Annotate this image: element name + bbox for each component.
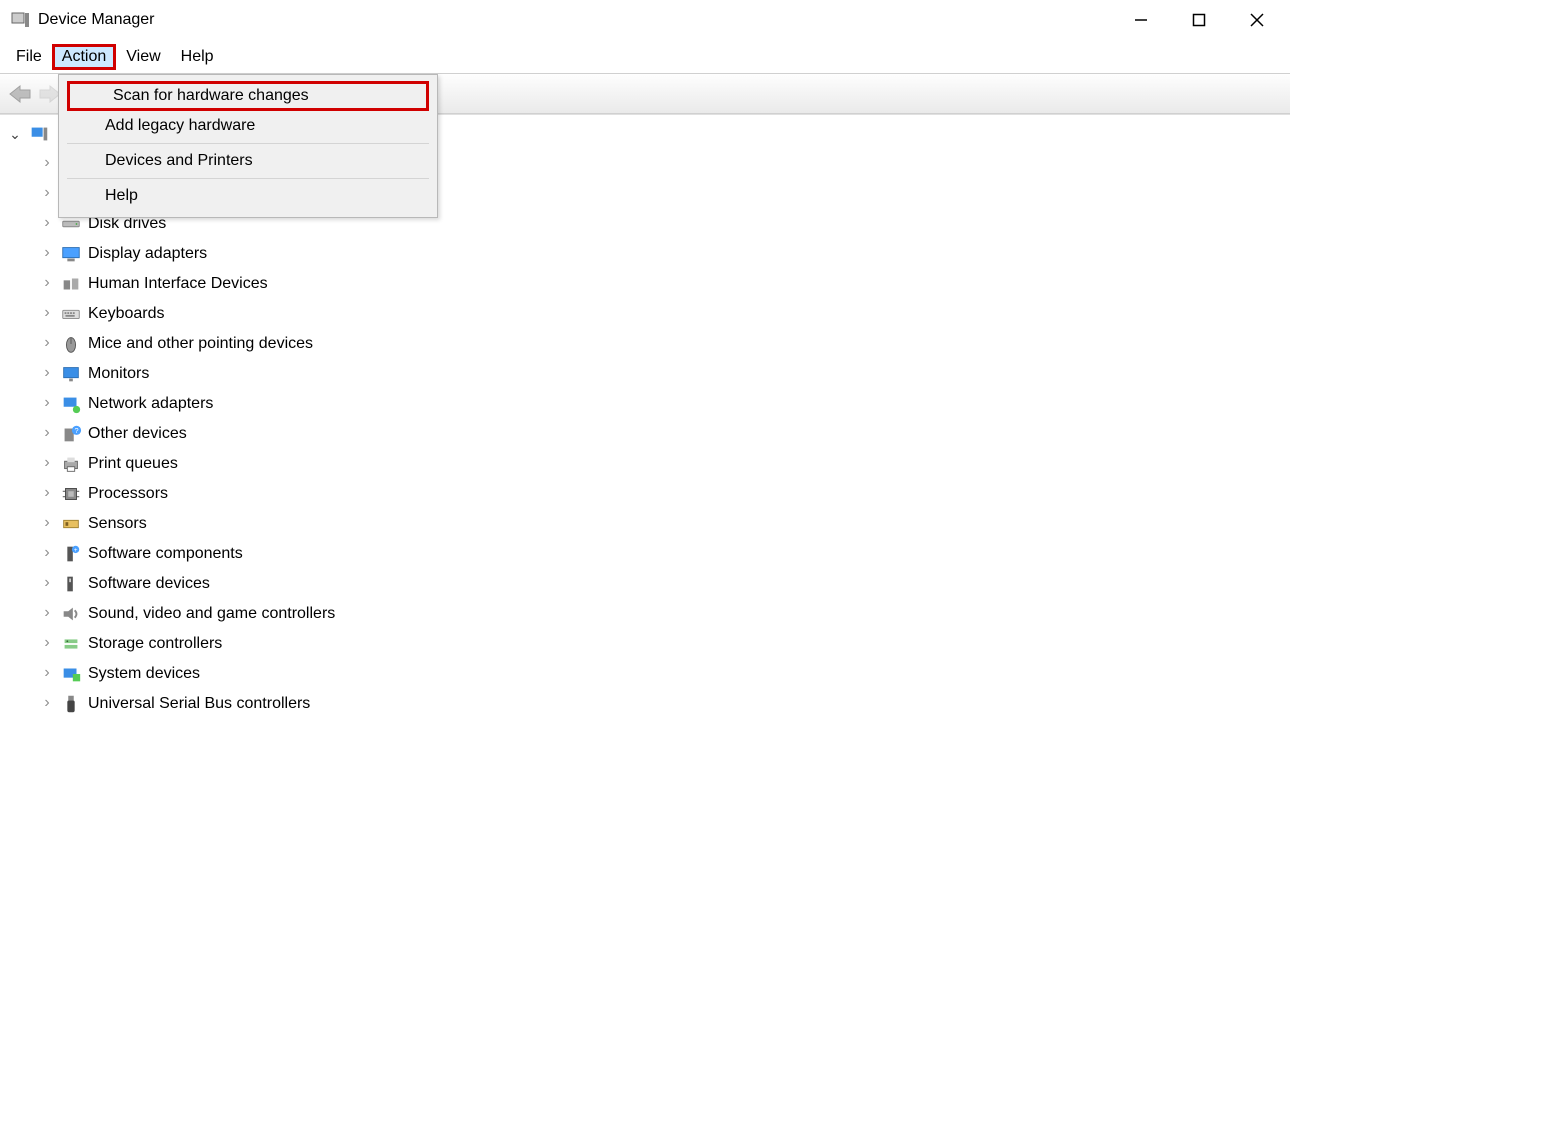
tree-node[interactable]: Storage controllers	[40, 629, 1282, 659]
tree-node[interactable]: Sensors	[40, 509, 1282, 539]
tree-node-label: Keyboards	[88, 305, 165, 323]
close-button[interactable]	[1228, 0, 1286, 40]
computer-root-icon	[28, 123, 50, 145]
chevron-right-icon[interactable]	[40, 665, 54, 683]
tree-node-label: Storage controllers	[88, 635, 222, 653]
tree-node[interactable]: Sound, video and game controllers	[40, 599, 1282, 629]
menu-help[interactable]: Help	[171, 44, 224, 70]
cpu-icon	[60, 483, 82, 505]
tree-node-label: Network adapters	[88, 395, 213, 413]
tree-node-label: Mice and other pointing devices	[88, 335, 313, 353]
menu-devices-printers[interactable]: Devices and Printers	[59, 146, 437, 176]
sound-icon	[60, 603, 82, 625]
tree-node-label: Other devices	[88, 425, 187, 443]
tree-node-label: Processors	[88, 485, 168, 503]
chevron-right-icon[interactable]	[40, 335, 54, 353]
menu-view[interactable]: View	[116, 44, 170, 70]
system-icon	[60, 663, 82, 685]
tree-node-label: System devices	[88, 665, 200, 683]
monitor-icon	[60, 363, 82, 385]
mouse-icon	[60, 333, 82, 355]
chevron-right-icon[interactable]	[40, 365, 54, 383]
tree-node-label: Universal Serial Bus controllers	[88, 695, 310, 713]
tree-node-label: Sensors	[88, 515, 147, 533]
back-icon[interactable]	[6, 80, 34, 108]
tree-node-label: Human Interface Devices	[88, 275, 268, 293]
chevron-right-icon[interactable]	[40, 485, 54, 503]
menu-scan-hardware[interactable]: Scan for hardware changes	[67, 81, 429, 111]
chevron-down-icon[interactable]	[8, 126, 22, 143]
tree-node-label: Print queues	[88, 455, 178, 473]
menu-help-item[interactable]: Help	[59, 181, 437, 211]
tree-node[interactable]: Display adapters	[40, 239, 1282, 269]
display-icon	[60, 243, 82, 265]
device-manager-window: Device Manager File Action View Help Sca…	[0, 0, 1290, 960]
chevron-right-icon[interactable]	[40, 425, 54, 443]
minimize-button[interactable]	[1112, 0, 1170, 40]
tree-node[interactable]: Keyboards	[40, 299, 1282, 329]
tree-node-label: Software components	[88, 545, 243, 563]
tree-node[interactable]: ? Other devices	[40, 419, 1282, 449]
chevron-right-icon[interactable]	[40, 215, 54, 233]
window-controls	[1112, 0, 1286, 40]
chevron-right-icon[interactable]	[40, 545, 54, 563]
tree-node[interactable]: System devices	[40, 659, 1282, 689]
chevron-right-icon[interactable]	[40, 305, 54, 323]
usb-icon	[60, 693, 82, 715]
tree-node[interactable]: + Software components	[40, 539, 1282, 569]
chevron-right-icon[interactable]	[40, 605, 54, 623]
menu-bar: File Action View Help Scan for hardware …	[0, 40, 1290, 74]
tree-node[interactable]: Software devices	[40, 569, 1282, 599]
menu-file[interactable]: File	[6, 44, 52, 70]
tree-node-label: Display adapters	[88, 245, 207, 263]
chevron-right-icon[interactable]	[40, 395, 54, 413]
chevron-right-icon[interactable]	[40, 245, 54, 263]
menu-separator	[67, 178, 429, 179]
tree-node-label: Sound, video and game controllers	[88, 605, 335, 623]
hid-icon	[60, 273, 82, 295]
chevron-right-icon[interactable]	[40, 155, 54, 173]
chevron-right-icon[interactable]	[40, 455, 54, 473]
title-bar: Device Manager	[0, 0, 1290, 40]
software-dev-icon	[60, 573, 82, 595]
other-icon: ?	[60, 423, 82, 445]
keyboard-icon	[60, 303, 82, 325]
menu-action[interactable]: Action	[52, 44, 116, 70]
tree-node-label: Software devices	[88, 575, 210, 593]
chevron-right-icon[interactable]	[40, 635, 54, 653]
chevron-right-icon[interactable]	[40, 185, 54, 203]
tree-node-label: Monitors	[88, 365, 149, 383]
chevron-right-icon[interactable]	[40, 575, 54, 593]
software-comp-icon: +	[60, 543, 82, 565]
svg-text:?: ?	[74, 426, 78, 435]
chevron-right-icon[interactable]	[40, 695, 54, 713]
tree-node[interactable]: Mice and other pointing devices	[40, 329, 1282, 359]
menu-add-legacy[interactable]: Add legacy hardware	[59, 111, 437, 141]
maximize-button[interactable]	[1170, 0, 1228, 40]
tree-node[interactable]: Print queues	[40, 449, 1282, 479]
tree-node[interactable]: Human Interface Devices	[40, 269, 1282, 299]
tree-node[interactable]: Universal Serial Bus controllers	[40, 689, 1282, 719]
svg-text:+: +	[74, 547, 78, 554]
chevron-right-icon[interactable]	[40, 275, 54, 293]
action-dropdown: Scan for hardware changes Add legacy har…	[58, 74, 438, 218]
network-icon	[60, 393, 82, 415]
printer-icon	[60, 453, 82, 475]
storage-icon	[60, 633, 82, 655]
tree-node[interactable]: Network adapters	[40, 389, 1282, 419]
window-title: Device Manager	[38, 11, 155, 29]
tree-node[interactable]: Processors	[40, 479, 1282, 509]
tree-node[interactable]: Monitors	[40, 359, 1282, 389]
sensor-icon	[60, 513, 82, 535]
chevron-right-icon[interactable]	[40, 515, 54, 533]
app-icon	[8, 8, 32, 32]
menu-separator	[67, 143, 429, 144]
